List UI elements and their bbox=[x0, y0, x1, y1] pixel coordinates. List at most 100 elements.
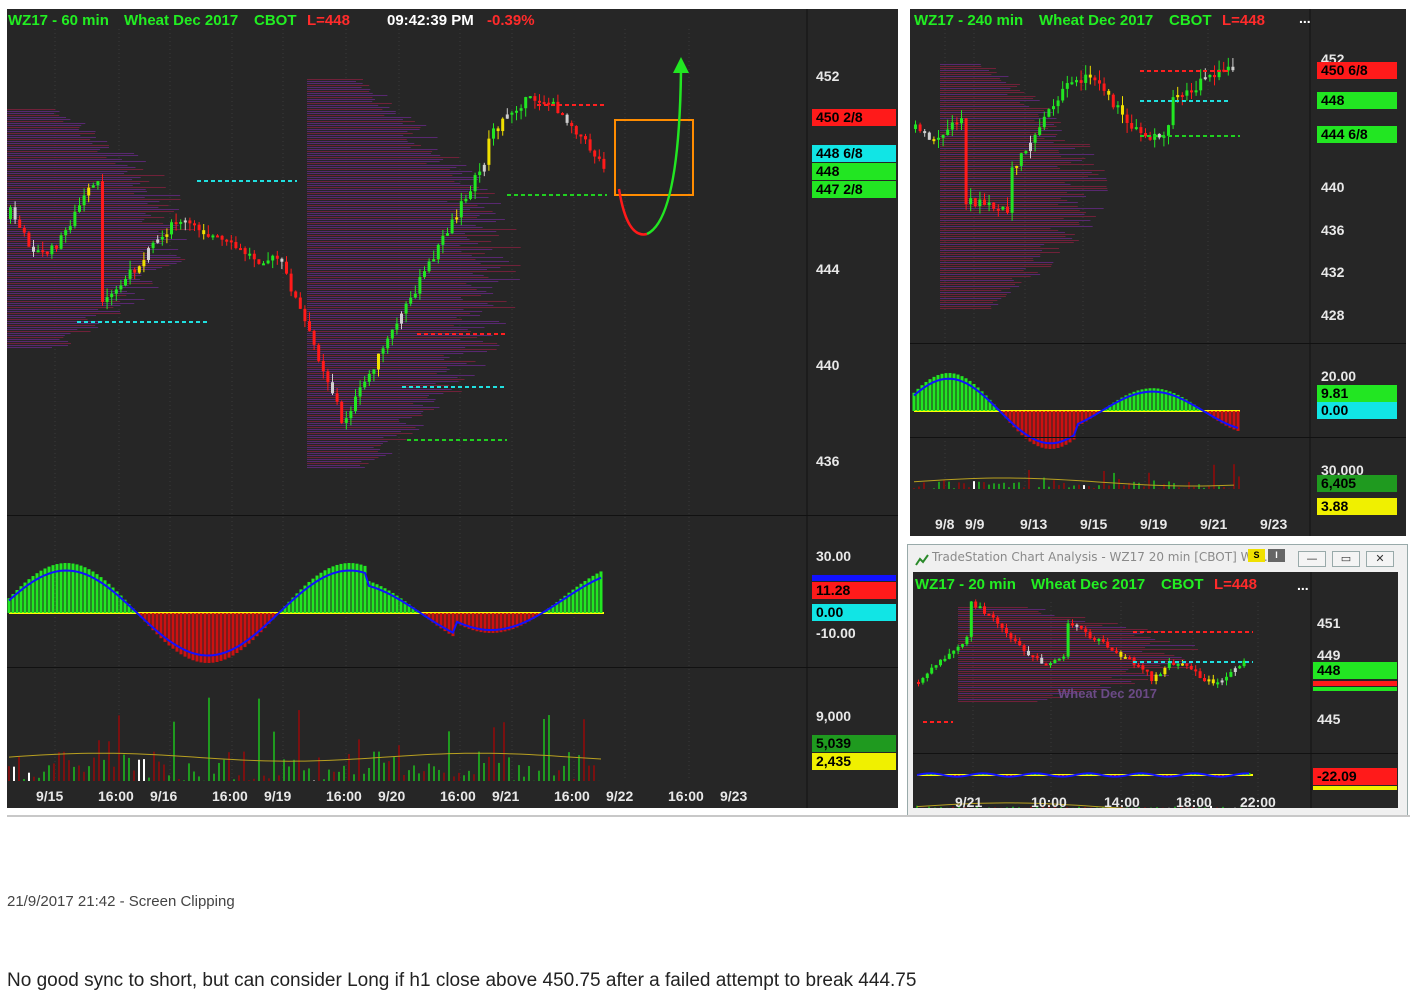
volume-profile-bar bbox=[940, 260, 1034, 261]
candle-body bbox=[239, 248, 242, 251]
candle-body bbox=[50, 245, 54, 255]
candle-body bbox=[147, 248, 150, 261]
volume-profile-bar bbox=[307, 163, 427, 164]
main-chart-panel[interactable] bbox=[7, 9, 898, 808]
main-vol-value: 5,039 bbox=[812, 735, 896, 752]
candle-body bbox=[1172, 662, 1176, 665]
close-button[interactable]: ✕ bbox=[1366, 551, 1394, 567]
volume-profile-bar bbox=[307, 223, 456, 224]
main-vol-label: 9,000 bbox=[816, 708, 852, 724]
volume-profile-bar bbox=[7, 271, 128, 272]
volume-profile-bar bbox=[307, 249, 493, 250]
volume-profile-bar bbox=[7, 303, 135, 304]
strategy-badge[interactable]: S bbox=[1248, 549, 1265, 562]
candle-body bbox=[478, 171, 482, 176]
volume-profile-bar bbox=[940, 146, 1091, 147]
volume-profile-bar bbox=[958, 621, 1086, 622]
volume-profile-bar bbox=[307, 355, 444, 356]
volume-profile-bar bbox=[307, 267, 501, 268]
volume-profile-bar bbox=[307, 291, 487, 292]
candle-body bbox=[1167, 662, 1171, 669]
volume-profile-bar bbox=[307, 255, 472, 256]
candle-body bbox=[1185, 90, 1189, 96]
volume-profile-bar bbox=[307, 185, 473, 186]
candle-body bbox=[1024, 151, 1028, 154]
volume-profile-bar bbox=[307, 345, 500, 346]
candle-body bbox=[542, 102, 546, 105]
chart-240-more-button[interactable]: ... bbox=[1299, 10, 1311, 26]
candle-body bbox=[275, 255, 279, 259]
volume-profile-bar bbox=[307, 339, 461, 340]
candle-body bbox=[1121, 105, 1124, 115]
candle-body bbox=[358, 387, 362, 397]
volume-profile-bar bbox=[940, 280, 1014, 281]
candle-body bbox=[983, 606, 986, 614]
volume-profile-bar bbox=[940, 306, 991, 307]
main-chart-plot[interactable] bbox=[7, 9, 898, 808]
volume-profile-bar bbox=[7, 205, 169, 206]
indicator-badge[interactable]: I bbox=[1268, 549, 1285, 562]
volume-profile-bar bbox=[307, 365, 486, 366]
volume-profile-bar bbox=[307, 315, 480, 316]
candle-body bbox=[1180, 95, 1184, 98]
volume-profile-bar bbox=[940, 140, 1065, 141]
candle-body bbox=[188, 220, 192, 224]
volume-profile-bar bbox=[307, 379, 465, 380]
candle-body bbox=[1208, 74, 1212, 78]
candle-body bbox=[1145, 669, 1149, 672]
candle-body bbox=[193, 223, 196, 226]
candle-body bbox=[925, 673, 929, 679]
candle-body bbox=[584, 136, 587, 140]
volume-profile-bar bbox=[307, 147, 411, 148]
maximize-button[interactable]: ▭ bbox=[1332, 551, 1360, 567]
volume-profile-bar bbox=[7, 333, 71, 334]
candle-body bbox=[124, 278, 127, 286]
candle-body bbox=[1213, 74, 1216, 78]
volume-profile-bar bbox=[7, 161, 146, 162]
candle-body bbox=[955, 122, 959, 125]
candle-body bbox=[923, 131, 927, 134]
volume-profile-bar bbox=[307, 281, 499, 282]
volume-profile-bar bbox=[307, 321, 500, 322]
candle-body bbox=[1075, 80, 1078, 83]
candle-body bbox=[1057, 658, 1061, 661]
volume-profile-bar bbox=[940, 242, 1074, 243]
volume-profile-bar bbox=[307, 425, 424, 426]
volume-profile-bar bbox=[307, 377, 458, 378]
main-tag-low: 447 2/8 bbox=[812, 181, 896, 198]
candle-body bbox=[469, 191, 472, 199]
volume-profile-bar bbox=[7, 175, 165, 176]
volume-profile-bar bbox=[307, 349, 497, 350]
volume-profile-bar bbox=[307, 419, 399, 420]
candle-body bbox=[941, 135, 945, 138]
volume-profile-bar bbox=[940, 66, 982, 67]
candle-body bbox=[133, 269, 137, 273]
volume-profile-bar bbox=[940, 162, 1072, 163]
volume-profile-bar bbox=[7, 325, 96, 326]
volume-profile-bar bbox=[307, 173, 463, 174]
volume-profile-bar bbox=[307, 453, 393, 454]
candle-body bbox=[1088, 74, 1092, 78]
volume-profile-bar bbox=[940, 204, 1059, 205]
volume-profile-bar bbox=[307, 441, 388, 442]
volume-profile-bar bbox=[940, 234, 1075, 235]
volume-profile-bar bbox=[307, 247, 521, 248]
minimize-button[interactable]: — bbox=[1298, 551, 1326, 567]
volume-profile-bar bbox=[958, 671, 1126, 672]
candle-body bbox=[13, 207, 17, 220]
volume-profile-bar bbox=[307, 409, 434, 410]
candle-body bbox=[1084, 628, 1088, 633]
main-osc-zero: 0.00 bbox=[812, 604, 896, 621]
volume-profile-bar bbox=[7, 145, 109, 146]
candle-body bbox=[1066, 623, 1070, 657]
volume-profile-bar bbox=[958, 639, 1156, 640]
volume-profile-bar bbox=[307, 277, 489, 278]
volume-profile-bar bbox=[307, 233, 465, 234]
volume-profile-bar bbox=[307, 131, 408, 132]
candle-body bbox=[1097, 638, 1101, 641]
candle-body bbox=[1163, 668, 1167, 675]
candle-body bbox=[1049, 663, 1052, 666]
chart-20-more-button[interactable]: ... bbox=[1297, 577, 1309, 593]
volume-profile-bar bbox=[307, 413, 422, 414]
candle-body bbox=[1119, 652, 1123, 657]
